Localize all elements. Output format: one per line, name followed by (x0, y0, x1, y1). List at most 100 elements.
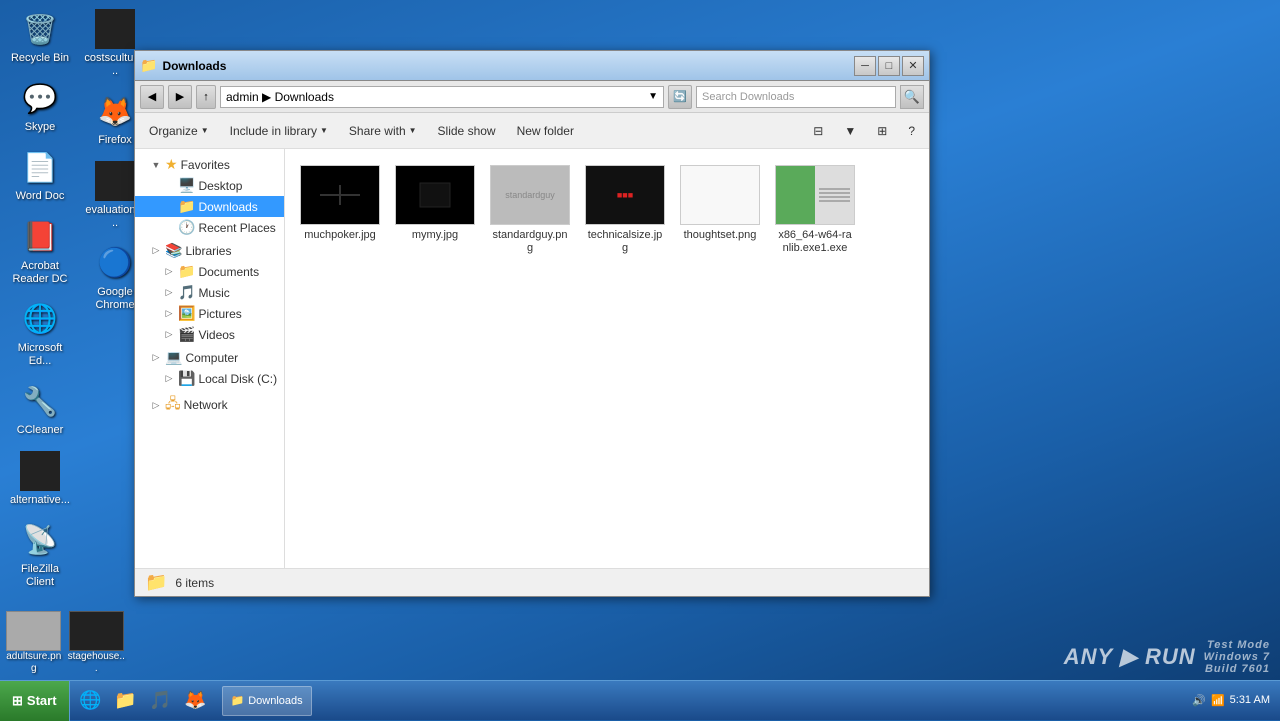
view-dropdown-button[interactable]: ▼ (835, 117, 865, 145)
taskbar-downloads-window[interactable]: 📁 Downloads (222, 686, 312, 716)
technicalsize-name: technicalsize.jpg (586, 229, 664, 255)
stagehouse-icon (69, 611, 124, 651)
muchpoker-name: muchpoker.jpg (304, 229, 376, 242)
documents-nav-label: Documents (198, 265, 279, 279)
computer-header[interactable]: ▷ 💻 Computer (135, 347, 284, 368)
favorites-star-icon: ★ (165, 156, 178, 173)
exe-thumb-content (776, 166, 854, 224)
nav-item-music[interactable]: ▷ 🎵 Music (135, 282, 284, 303)
large-icons-button[interactable]: ⊞ (868, 117, 896, 145)
nav-item-pictures[interactable]: ▷ 🖼️ Pictures (135, 303, 284, 324)
firefox-label: Firefox (98, 134, 132, 147)
local-disk-nav-label: Local Disk (C:) (198, 372, 279, 386)
pictures-icon: 🖼️ (178, 305, 195, 322)
desktop-icon-filezilla[interactable]: 📡 FileZilla Client (5, 516, 75, 593)
taskbar-explorer-icon[interactable]: 📁 (110, 685, 142, 717)
slide-show-button[interactable]: Slide show (429, 117, 505, 145)
videos-nav-label: Videos (198, 328, 279, 342)
back-button[interactable]: ◀ (140, 85, 164, 109)
taskbar-firefox-icon[interactable]: 🦊 (180, 685, 212, 717)
desktop-icon-ccleaner[interactable]: 🔧 CCleaner (5, 377, 75, 441)
file-item-technicalsize[interactable]: ■■■ technicalsize.jpg (580, 159, 670, 261)
address-path[interactable]: admin ▶ Downloads ▼ (220, 86, 664, 108)
help-button[interactable]: ? (899, 117, 924, 145)
tray-network-icon[interactable]: 📶 (1211, 694, 1225, 707)
exe-doc-line-3 (819, 196, 850, 198)
status-bar: 📁 6 items (135, 568, 929, 596)
up-button[interactable]: ↑ (196, 85, 216, 109)
skype-label: Skype (25, 121, 56, 134)
desktop-icon-stagehouse[interactable]: stagehouse... (68, 611, 126, 675)
share-with-button[interactable]: Share with ▼ (340, 117, 426, 145)
recycle-bin-label: Recycle Bin (11, 52, 69, 65)
desktop-icon-alternative[interactable]: alternative... (5, 447, 75, 511)
desktop-icon-adultsure[interactable]: adultsure.png (5, 611, 63, 675)
nav-item-videos[interactable]: ▷ 🎬 Videos (135, 324, 284, 345)
libraries-header[interactable]: ▷ 📚 Libraries (135, 240, 284, 261)
ccleaner-label: CCleaner (17, 424, 63, 437)
local-disk-expand-icon: ▷ (163, 373, 175, 385)
address-dropdown-icon[interactable]: ▼ (648, 91, 658, 102)
search-button[interactable]: 🔍 (900, 85, 924, 109)
start-button[interactable]: ⊞ Start (0, 681, 70, 721)
exe-green-section (776, 166, 815, 224)
file-item-muchpoker[interactable]: muchpoker.jpg (295, 159, 385, 261)
desktop-icon-recycle-bin[interactable]: 🗑️ Recycle Bin (5, 5, 75, 69)
standardguy-name: standardguy.png (491, 229, 569, 255)
file-item-standardguy[interactable]: standardguy standardguy.png (485, 159, 575, 261)
computer-icon: 💻 (165, 349, 182, 366)
nav-item-downloads[interactable]: 📁 Downloads (135, 196, 284, 217)
search-box[interactable]: Search Downloads (696, 86, 896, 108)
tray-volume-icon[interactable]: 🔊 (1192, 694, 1206, 707)
standardguy-thumbnail: standardguy (490, 165, 570, 225)
nav-item-local-disk[interactable]: ▷ 💾 Local Disk (C:) (135, 368, 284, 389)
stagehouse-label: stagehouse... (68, 651, 126, 675)
desktop-icon-edge[interactable]: 🌐 Microsoft Ed... (5, 295, 75, 372)
nav-item-desktop[interactable]: 🖥️ Desktop (135, 175, 284, 196)
standardguy-thumb-content: standardguy (491, 166, 569, 224)
recent-places-icon: 🕐 (178, 219, 195, 236)
minimize-button[interactable]: ─ (854, 56, 876, 76)
explorer-window: 📁 Downloads ─ □ ✕ ◀ ▶ ↑ admin ▶ Download… (134, 50, 930, 597)
nav-item-recent-places[interactable]: 🕐 Recent Places (135, 217, 284, 238)
title-bar-buttons: ─ □ ✕ (854, 56, 924, 76)
toolbar: Organize ▼ Include in library ▼ Share wi… (135, 113, 929, 149)
file-item-mymy[interactable]: mymy.jpg (390, 159, 480, 261)
refresh-button[interactable]: 🔄 (668, 85, 692, 109)
recent-places-nav-label: Recent Places (198, 221, 279, 235)
new-folder-button[interactable]: New folder (508, 117, 583, 145)
mymy-thumb-content (405, 175, 465, 215)
restore-button[interactable]: □ (878, 56, 900, 76)
organize-button[interactable]: Organize ▼ (140, 117, 218, 145)
files-pane: muchpoker.jpg mymy.jpg (285, 149, 929, 568)
desktop-icon-skype[interactable]: 💬 Skype (5, 74, 75, 138)
taskbar-quick-launch: 🌐 📁 🎵 🦊 (70, 685, 217, 717)
file-item-thoughtset[interactable]: thoughtset.png (675, 159, 765, 261)
network-header[interactable]: ▷ 🖧 Network (135, 391, 284, 419)
system-clock[interactable]: 5:31 AM (1230, 693, 1270, 707)
os-label: Windows 7 (1204, 651, 1270, 663)
main-content: ▼ ★ Favorites 🖥️ Desktop 📁 Downloads (135, 149, 929, 568)
mymy-name: mymy.jpg (412, 229, 458, 242)
share-with-label: Share with (349, 124, 406, 138)
view-options-button[interactable]: ⊟ (804, 117, 832, 145)
favorites-header[interactable]: ▼ ★ Favorites (135, 154, 284, 175)
taskbar-ie-icon[interactable]: 🌐 (75, 685, 107, 717)
exe-name: x86_64-w64-ranlib.exe1.exe (776, 229, 854, 255)
search-placeholder: Search Downloads (702, 91, 794, 103)
downloads-expand-icon (163, 201, 175, 213)
window-title: Downloads (162, 59, 854, 73)
exe-doc-section (815, 166, 854, 224)
videos-expand-icon: ▷ (163, 329, 175, 341)
desktop-icon-word[interactable]: 📄 Word Doc (5, 143, 75, 207)
forward-button[interactable]: ▶ (168, 85, 192, 109)
file-item-exe[interactable]: x86_64-w64-ranlib.exe1.exe (770, 159, 860, 261)
desktop-icon-acrobat[interactable]: 📕 Acrobat Reader DC (5, 213, 75, 290)
desktop: 🗑️ Recycle Bin 💬 Skype 📄 Word Doc 📕 Acro… (0, 0, 1280, 720)
nav-item-documents[interactable]: ▷ 📁 Documents (135, 261, 284, 282)
include-library-button[interactable]: Include in library ▼ (221, 117, 337, 145)
adultsure-label: adultsure.png (5, 651, 63, 675)
desktop-folder-icon: 🖥️ (178, 177, 195, 194)
close-button[interactable]: ✕ (902, 56, 924, 76)
taskbar-media-icon[interactable]: 🎵 (145, 685, 177, 717)
